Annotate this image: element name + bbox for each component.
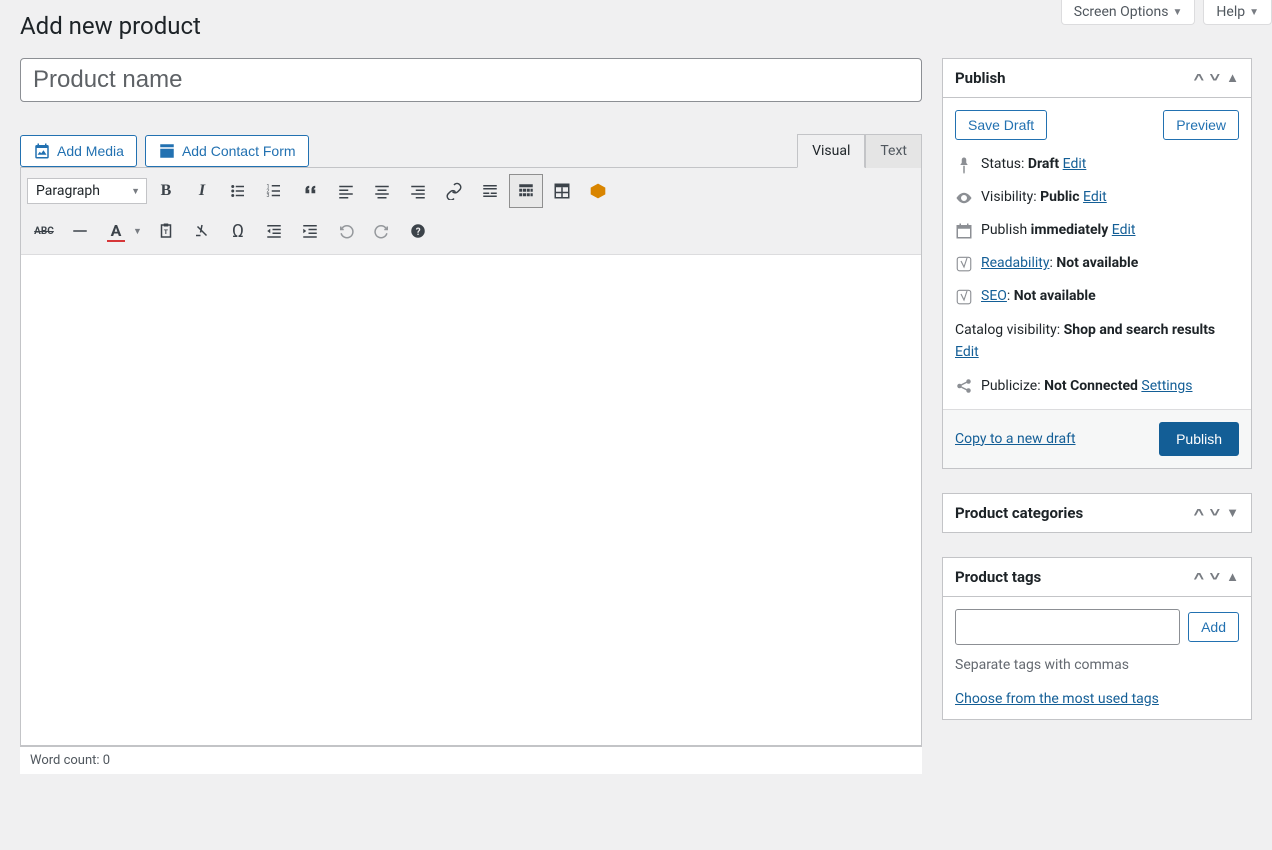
add-media-button[interactable]: Add Media (20, 135, 137, 167)
form-icon (158, 142, 176, 160)
clear-formatting-button[interactable] (185, 214, 219, 248)
editor-toolbar: Paragraph B I 123 (21, 168, 921, 255)
align-left-button[interactable] (329, 174, 363, 208)
italic-button[interactable]: I (185, 174, 219, 208)
copy-draft-link[interactable]: Copy to a new draft (955, 431, 1076, 447)
help-tab[interactable]: Help ▼ (1203, 0, 1272, 25)
eye-icon (955, 189, 973, 207)
readmore-button[interactable] (473, 174, 507, 208)
visual-tab[interactable]: Visual (797, 134, 865, 168)
bold-button[interactable]: B (149, 174, 183, 208)
publish-box-title: Publish (955, 69, 1006, 87)
media-icon (33, 142, 51, 160)
indent-button[interactable] (293, 214, 327, 248)
add-tag-button[interactable]: Add (1188, 612, 1239, 642)
text-color-dropdown[interactable]: ▼ (133, 226, 147, 237)
bullet-list-button[interactable] (221, 174, 255, 208)
move-up-icon[interactable]: ˄ (1193, 70, 1204, 86)
tags-box: Product tags ˄ ˅ ▲ Add Separate tags wit… (942, 557, 1252, 720)
toolbar-toggle-button[interactable] (509, 174, 543, 208)
dropdown-icon: ▼ (1173, 7, 1183, 18)
choose-tags-link[interactable]: Choose from the most used tags (955, 691, 1159, 707)
svg-text:T: T (164, 228, 169, 236)
publicize-settings-link[interactable]: Settings (1141, 378, 1192, 394)
move-up-icon[interactable]: ˄ (1193, 505, 1204, 521)
editor-canvas[interactable] (21, 255, 921, 745)
edit-visibility-link[interactable]: Edit (1083, 189, 1107, 205)
publish-button[interactable]: Publish (1159, 422, 1239, 456)
redo-button[interactable] (365, 214, 399, 248)
share-icon (955, 377, 973, 395)
text-tab[interactable]: Text (865, 134, 922, 168)
save-draft-button[interactable]: Save Draft (955, 110, 1047, 140)
help-label: Help (1216, 4, 1245, 20)
edit-catalog-link[interactable]: Edit (955, 344, 979, 360)
screen-options-label: Screen Options (1074, 4, 1169, 20)
numbered-list-button[interactable]: 123 (257, 174, 291, 208)
yoast-icon (955, 288, 973, 306)
help-button[interactable]: ? (401, 214, 435, 248)
dropdown-icon: ▼ (1249, 7, 1259, 18)
categories-box: Product categories ˄ ˅ ▼ (942, 493, 1252, 533)
add-media-label: Add Media (57, 143, 124, 159)
editor-status-bar: Word count: 0 (20, 746, 922, 774)
table-button[interactable] (545, 174, 579, 208)
align-right-button[interactable] (401, 174, 435, 208)
edit-schedule-link[interactable]: Edit (1112, 222, 1136, 238)
special-character-button[interactable]: Ω (221, 214, 255, 248)
yoast-icon (955, 255, 973, 273)
categories-box-title: Product categories (955, 504, 1083, 522)
undo-button[interactable] (329, 214, 363, 248)
tag-input[interactable] (955, 609, 1180, 645)
align-center-button[interactable] (365, 174, 399, 208)
screen-options-tab[interactable]: Screen Options ▼ (1061, 0, 1196, 25)
paste-text-button[interactable]: T (149, 214, 183, 248)
tag-hint: Separate tags with commas (955, 657, 1239, 673)
add-contact-form-button[interactable]: Add Contact Form (145, 135, 309, 167)
product-name-input[interactable] (20, 58, 922, 102)
format-select[interactable]: Paragraph (27, 178, 147, 204)
move-down-icon[interactable]: ˅ (1209, 505, 1220, 521)
toggle-icon[interactable]: ▼ (1226, 505, 1239, 521)
move-down-icon[interactable]: ˅ (1209, 569, 1220, 585)
link-button[interactable] (437, 174, 471, 208)
woocommerce-button[interactable] (581, 174, 615, 208)
tags-box-title: Product tags (955, 568, 1041, 586)
outdent-button[interactable] (257, 214, 291, 248)
add-contact-form-label: Add Contact Form (182, 143, 296, 159)
move-down-icon[interactable]: ˅ (1209, 70, 1220, 86)
edit-status-link[interactable]: Edit (1063, 156, 1087, 172)
toggle-icon[interactable]: ▲ (1226, 569, 1239, 585)
toggle-icon[interactable]: ▲ (1226, 70, 1239, 86)
move-up-icon[interactable]: ˄ (1193, 569, 1204, 585)
calendar-icon (955, 222, 973, 240)
svg-text:3: 3 (267, 193, 270, 199)
readability-link[interactable]: Readability (981, 255, 1049, 271)
blockquote-button[interactable] (293, 174, 327, 208)
seo-link[interactable]: SEO (981, 288, 1007, 304)
preview-button[interactable]: Preview (1163, 110, 1239, 140)
publish-box: Publish ˄ ˅ ▲ Save Draft Preview Status:… (942, 58, 1252, 469)
svg-text:?: ? (416, 227, 421, 238)
pin-icon (955, 156, 973, 174)
text-color-button[interactable]: A (99, 214, 133, 248)
strikethrough-button[interactable]: ABC (27, 214, 61, 248)
horizontal-rule-button[interactable] (63, 214, 97, 248)
